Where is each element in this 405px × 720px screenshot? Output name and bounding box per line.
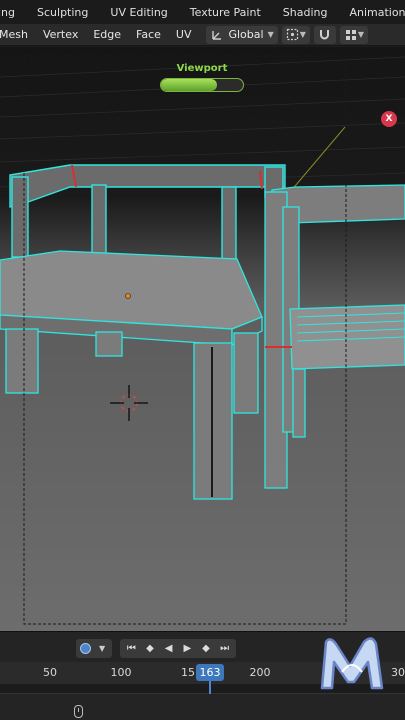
progress-bar — [160, 78, 244, 92]
jump-start-icon[interactable]: ⏮ — [124, 642, 138, 656]
ruler-number: 30 — [391, 666, 405, 679]
current-frame-indicator[interactable]: 163 — [196, 664, 224, 681]
proportional-edit-dropdown[interactable]: ▼ — [339, 25, 369, 44]
chevron-down-icon: ▼ — [267, 30, 274, 39]
auto-keying-button[interactable]: ▼ — [76, 639, 112, 658]
viewport-header: Mesh Vertex Edge Face UV Global ▼ ▼ ▼ — [0, 24, 405, 46]
record-dot-icon — [80, 643, 91, 654]
tab-layout[interactable]: ing — [0, 6, 15, 19]
workspace-tabs: ing Sculpting UV Editing Texture Paint S… — [0, 0, 405, 24]
playback-controls: ⏮ ◆ ◀ ▶ ◆ ⏭ — [120, 639, 236, 658]
axis-x-gizmo[interactable]: X — [381, 111, 397, 127]
tab-sculpting[interactable]: Sculpting — [37, 6, 88, 19]
viewport-status: Viewport — [160, 63, 244, 92]
status-bar — [0, 694, 405, 720]
ruler-number: 15 — [181, 666, 195, 679]
menu-uv[interactable]: UV — [176, 28, 192, 41]
play-icon[interactable]: ▶ — [180, 642, 194, 656]
status-label: Viewport — [176, 63, 228, 74]
snap-toggle[interactable] — [313, 25, 336, 44]
mouse-icon — [74, 705, 83, 718]
menu-mesh[interactable]: Mesh — [0, 28, 28, 41]
ruler-number: 200 — [249, 666, 271, 679]
grid-icon — [344, 28, 358, 42]
chevron-down-icon: ▼ — [357, 30, 365, 39]
pivot-icon — [286, 28, 300, 42]
tab-uv-editing[interactable]: UV Editing — [110, 6, 167, 19]
orientation-icon — [210, 28, 224, 42]
chevron-down-icon: ▼ — [99, 644, 106, 653]
3d-viewport[interactable]: Viewport X — [0, 47, 405, 631]
menu-face[interactable]: Face — [136, 28, 161, 41]
tab-shading[interactable]: Shading — [283, 6, 328, 19]
next-keyframe-icon[interactable]: ◆ — [199, 642, 213, 656]
m-logo — [320, 637, 384, 690]
tab-texture-paint[interactable]: Texture Paint — [190, 6, 261, 19]
ruler-number: 100 — [110, 666, 132, 679]
prev-keyframe-icon[interactable]: ◆ — [143, 642, 157, 656]
play-reverse-icon[interactable]: ◀ — [162, 642, 176, 656]
menu-vertex[interactable]: Vertex — [43, 28, 78, 41]
transform-orientation-dropdown[interactable]: Global ▼ — [206, 25, 278, 44]
jump-end-icon[interactable]: ⏭ — [218, 642, 232, 656]
ruler-number: 50 — [43, 666, 57, 679]
progress-fill — [161, 79, 217, 91]
chevron-down-icon: ▼ — [299, 30, 306, 39]
orientation-value: Global — [228, 28, 264, 41]
pivot-point-dropdown[interactable]: ▼ — [281, 25, 310, 44]
menu-edge[interactable]: Edge — [93, 28, 121, 41]
scene-render — [0, 55, 405, 625]
tab-animation[interactable]: Animation — [349, 6, 405, 19]
magnet-icon — [318, 28, 332, 42]
